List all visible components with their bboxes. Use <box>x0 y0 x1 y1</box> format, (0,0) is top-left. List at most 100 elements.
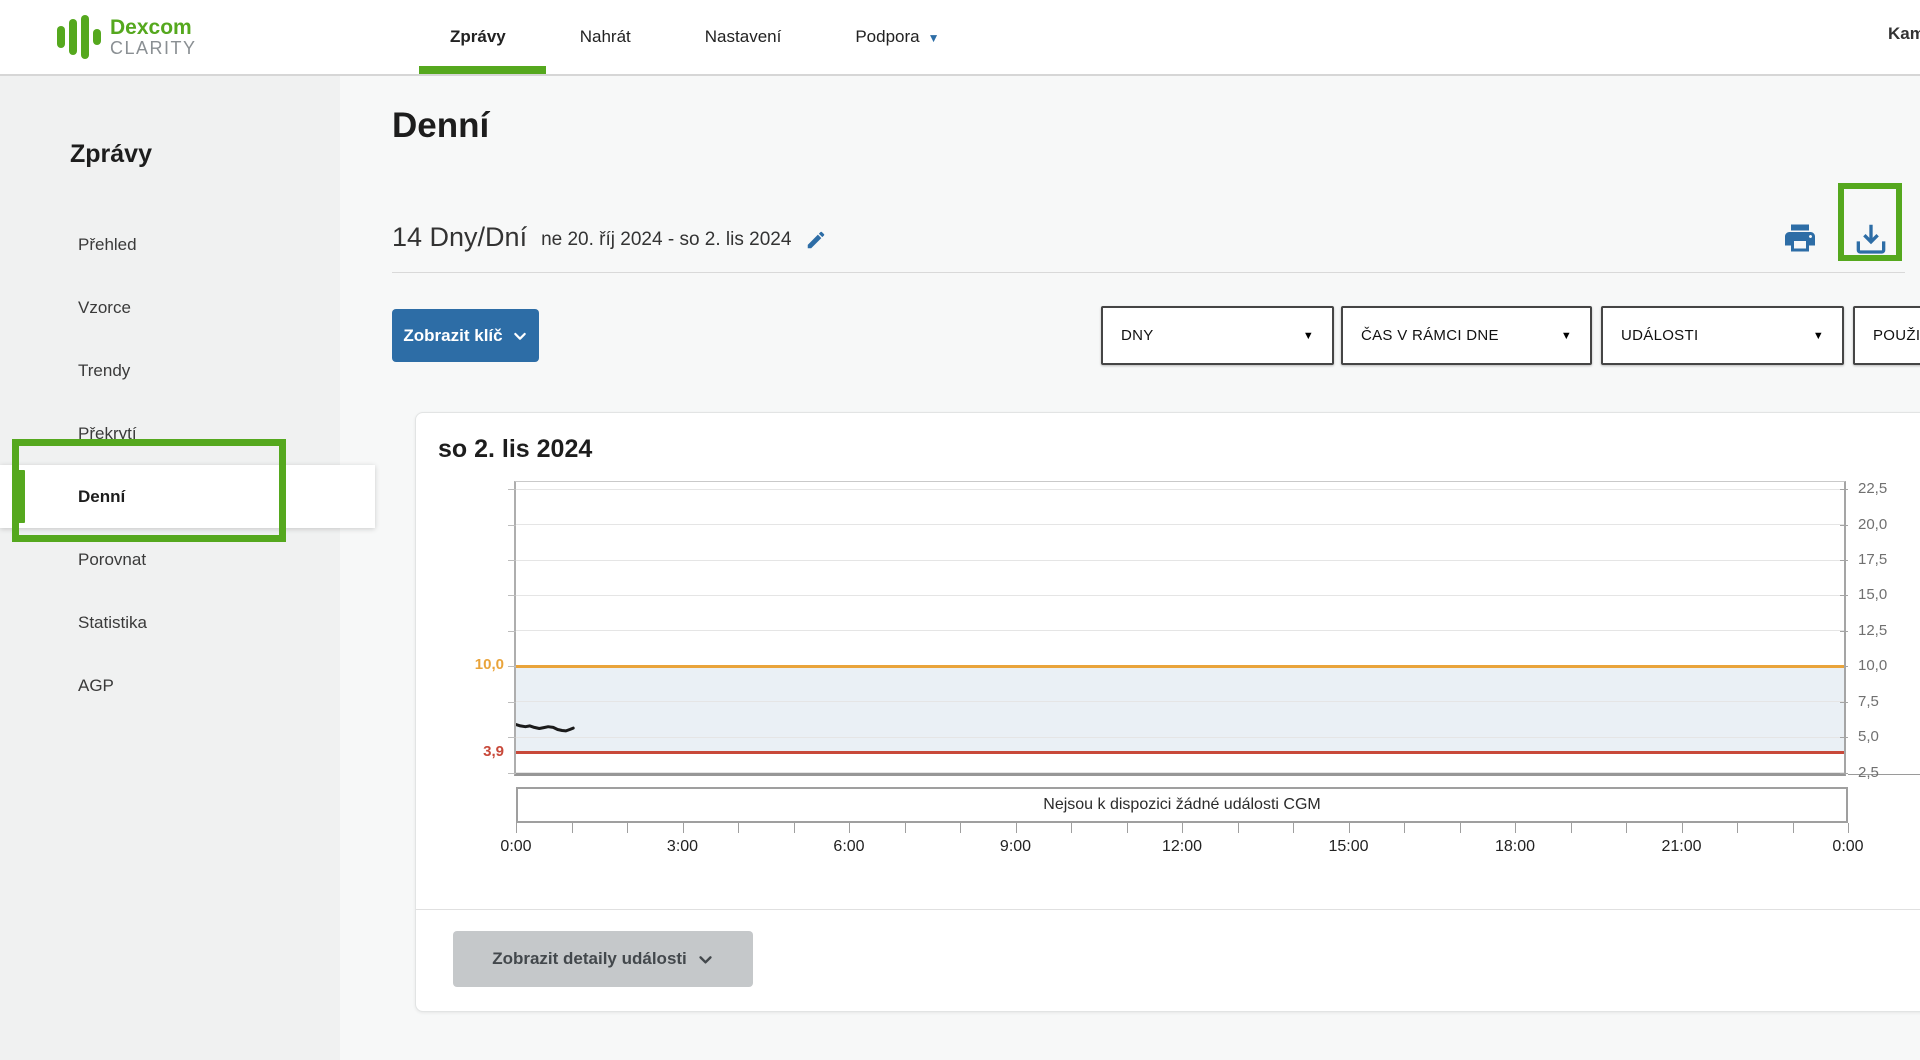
filter-days-dropdown[interactable]: DNY▼ <box>1101 306 1334 365</box>
y-axis-label-right: 2,5 <box>1858 764 1908 781</box>
x-axis-tick <box>1016 823 1017 833</box>
daily-chart-card: so 2. lis 2024 Nejsou k dispozici žádné … <box>415 412 1920 1012</box>
chevron-down-icon <box>512 328 528 344</box>
show-key-button[interactable]: Zobrazit klíč <box>392 309 539 362</box>
chart-date-title: so 2. lis 2024 <box>438 435 592 464</box>
y-axis-tick-left <box>508 737 516 738</box>
sidebar-item-label: Statistika <box>78 613 147 633</box>
x-axis-tick <box>1404 823 1405 833</box>
glucose-plot: Nejsou k dispozici žádné události CGM 2,… <box>514 481 1846 776</box>
x-axis-label: 21:00 <box>1650 838 1714 856</box>
range-dates: ne 20. říj 2024 - so 2. lis 2024 <box>541 229 791 251</box>
x-axis-tick <box>905 823 906 833</box>
sidebar-item-agp[interactable]: AGP <box>0 654 340 717</box>
sidebar-item-label: Vzorce <box>78 298 131 318</box>
sidebar-item-label: AGP <box>78 676 114 696</box>
reports-sidebar: Zprávy PřehledVzorceTrendyPřekrytíDenníP… <box>0 76 340 1060</box>
x-axis-tick <box>1071 823 1072 833</box>
x-axis-tick <box>1571 823 1572 833</box>
y-axis-tick-left <box>508 631 516 632</box>
x-axis-tick <box>627 823 628 833</box>
top-header: Dexcom CLARITY Zprávy Nahrát Nastavení P… <box>0 0 1920 76</box>
x-axis-label: 18:00 <box>1483 838 1547 856</box>
sidebar-item-label: Přehled <box>78 235 137 255</box>
user-name[interactable]: Kam <box>1888 24 1920 44</box>
x-axis-label: 6:00 <box>817 838 881 856</box>
sidebar-item-denni[interactable]: Denní <box>0 465 375 528</box>
x-axis-tick <box>849 823 850 833</box>
sidebar-item-trendy[interactable]: Trendy <box>0 339 340 402</box>
y-axis-label-right: 20,0 <box>1858 516 1908 533</box>
header-divider <box>392 272 1905 273</box>
sidebar-item-label: Denní <box>78 487 125 507</box>
no-events-message: Nejsou k dispozici žádné události CGM <box>1043 796 1320 814</box>
x-axis-tick <box>960 823 961 833</box>
x-axis-tick <box>1127 823 1128 833</box>
y-axis-tick-left <box>508 773 516 774</box>
sidebar-title: Zprávy <box>70 140 152 169</box>
dexcom-bars-icon <box>57 11 101 63</box>
nav-tab-nastaveni[interactable]: Nastavení <box>705 27 782 47</box>
sidebar-item-porovnat[interactable]: Porovnat <box>0 528 340 591</box>
x-axis-tick <box>1515 823 1516 833</box>
high-threshold-line-label: 10,0 <box>458 656 504 673</box>
sidebar-item-label: Trendy <box>78 361 130 381</box>
date-range-row: 14 Dny/Dní ne 20. říj 2024 - so 2. lis 2… <box>392 222 827 253</box>
filter-time-of-day-dropdown[interactable]: ČAS V RÁMCI DNE▼ <box>1341 306 1592 365</box>
dropdown-arrow-icon: ▼ <box>1303 330 1314 342</box>
show-event-details-button[interactable]: Zobrazit detaily události <box>453 931 753 987</box>
x-axis-tick <box>516 823 517 833</box>
edit-pencil-icon[interactable] <box>805 229 827 251</box>
sidebar-item-prehled[interactable]: Přehled <box>0 213 340 276</box>
x-axis-tick <box>1349 823 1350 833</box>
cgm-events-track: Nejsou k dispozici žádné události CGM <box>516 787 1848 823</box>
x-axis-label: 9:00 <box>984 838 1048 856</box>
print-icon[interactable] <box>1781 220 1819 256</box>
main-nav: Zprávy Nahrát Nastavení Podpora▼ <box>450 0 940 74</box>
x-axis-tick <box>1793 823 1794 833</box>
sidebar-item-prekryti[interactable]: Překrytí <box>0 402 340 465</box>
active-tab-underline <box>419 66 546 74</box>
y-axis-label-right: 15,0 <box>1858 586 1908 603</box>
download-icon[interactable] <box>1852 219 1890 259</box>
main-content: Denní 14 Dny/Dní ne 20. říj 2024 - so 2.… <box>340 76 1920 1060</box>
y-axis-label-right: 12,5 <box>1858 622 1908 639</box>
x-axis-label: 0:00 <box>484 838 548 856</box>
y-axis-tick-left <box>508 525 516 526</box>
nav-tab-nahrat[interactable]: Nahrát <box>580 27 631 47</box>
x-axis-tick <box>1682 823 1683 833</box>
x-axis-tick <box>738 823 739 833</box>
x-axis-tick <box>1460 823 1461 833</box>
sidebar-item-vzorce[interactable]: Vzorce <box>0 276 340 339</box>
y-axis-tick-left <box>508 666 516 667</box>
sidebar-item-statistika[interactable]: Statistika <box>0 591 340 654</box>
y-axis-tick-left <box>508 595 516 596</box>
filter-usage-dropdown[interactable]: POUŽI <box>1853 306 1920 365</box>
cgm-trace <box>516 482 1848 777</box>
logo-brand: Dexcom <box>110 17 197 39</box>
x-axis-tick <box>1737 823 1738 833</box>
dropdown-arrow-icon: ▼ <box>1561 330 1572 342</box>
y-axis-tick-left <box>508 702 516 703</box>
chevron-down-icon <box>697 951 714 968</box>
card-divider <box>416 909 1920 910</box>
logo-product: CLARITY <box>110 39 197 58</box>
low-threshold-line-label: 3,9 <box>458 743 504 760</box>
x-axis-tick <box>794 823 795 833</box>
x-axis-tick <box>1848 823 1849 833</box>
y-axis-label-right: 5,0 <box>1858 728 1908 745</box>
x-axis-label: 12:00 <box>1150 838 1214 856</box>
dropdown-arrow-icon: ▼ <box>928 31 940 45</box>
dexcom-clarity-logo: Dexcom CLARITY <box>57 11 197 63</box>
x-axis-tick <box>1293 823 1294 833</box>
x-axis-tick <box>1238 823 1239 833</box>
filter-events-dropdown[interactable]: UDÁLOSTI▼ <box>1601 306 1844 365</box>
y-axis-label-right: 17,5 <box>1858 551 1908 568</box>
range-days: 14 Dny/Dní <box>392 222 527 253</box>
nav-tab-zpravy[interactable]: Zprávy <box>450 27 506 47</box>
nav-tab-podpora[interactable]: Podpora▼ <box>855 27 939 47</box>
sidebar-item-label: Porovnat <box>78 550 146 570</box>
x-axis-label: 15:00 <box>1317 838 1381 856</box>
sidebar-items: Přehled Vzorce Trendy Překrytí Denní Porovnat… <box>0 213 340 717</box>
page-title: Denní <box>392 106 489 146</box>
